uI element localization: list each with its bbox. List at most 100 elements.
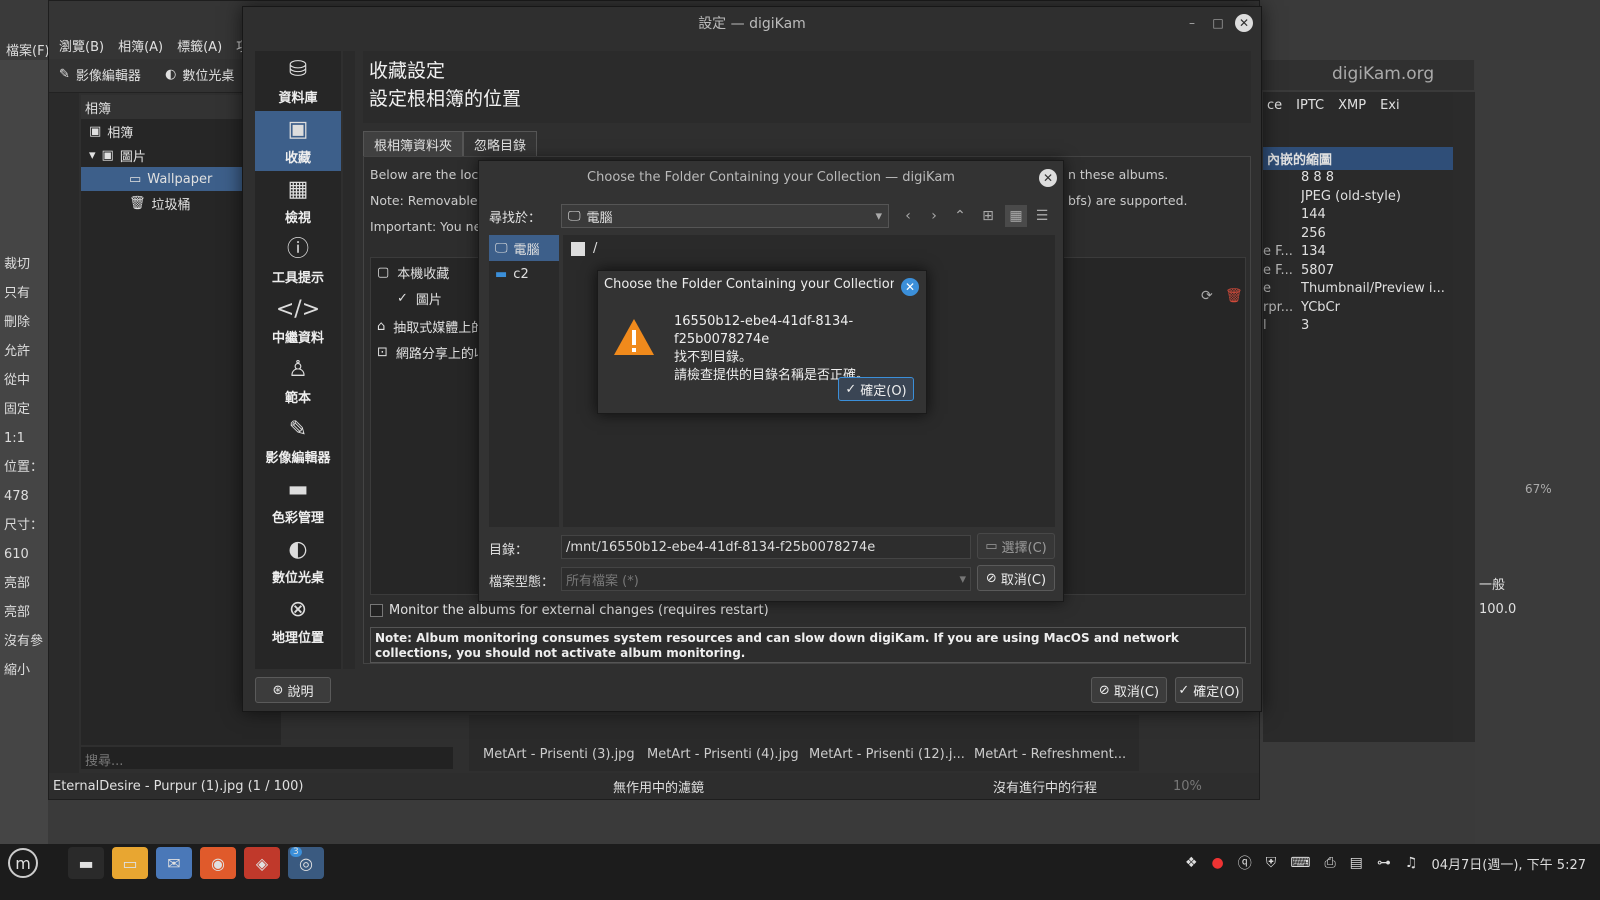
- gimp-opacity[interactable]: 100.0: [1479, 602, 1516, 617]
- terminal-icon[interactable]: ▬: [68, 847, 104, 879]
- tab-exif[interactable]: Exi: [1380, 98, 1400, 113]
- clipboard-icon[interactable]: ▤: [1350, 855, 1363, 871]
- tab-root-album-folders[interactable]: 根相簿資料夾: [363, 131, 464, 157]
- settings-nav-item[interactable]: ◐ 數位光桌: [255, 531, 341, 591]
- mail-icon[interactable]: ✉: [156, 847, 192, 879]
- place-c2[interactable]: ▬ c2: [489, 261, 559, 287]
- menu-tags[interactable]: 標籤(A): [177, 36, 222, 55]
- printer-icon[interactable]: ⎙: [1324, 855, 1335, 871]
- settings-nav-item[interactable]: ⊗ 地理位置: [255, 591, 341, 651]
- error-message: 16550b12-ebe4-41df-8134-f25b0078274e 找不到…: [674, 313, 926, 385]
- computer-icon: 🖵: [495, 240, 508, 256]
- forward-icon[interactable]: ›: [923, 205, 945, 227]
- up-icon[interactable]: ⌃: [949, 205, 971, 227]
- file-entry-root[interactable]: /: [571, 241, 597, 256]
- error-ok-button[interactable]: ✓ 確定(O): [838, 377, 914, 401]
- minimize-icon[interactable]: –: [1183, 14, 1201, 32]
- thumbnail-label[interactable]: MetArt - Prisenti (4).jpg: [647, 747, 799, 762]
- refresh-icon[interactable]: ⟳: [1201, 288, 1213, 304]
- thumbnail-label[interactable]: MetArt - Prisenti (3).jpg: [483, 747, 635, 762]
- settings-nav-item[interactable]: ⓘ 工具提示: [255, 231, 341, 291]
- tab-metadata[interactable]: ce: [1267, 98, 1282, 113]
- look-in-combo[interactable]: 🖵 電腦 ▾: [561, 204, 889, 228]
- firefox-icon[interactable]: ◉: [200, 847, 236, 879]
- new-folder-icon[interactable]: ⊞: [977, 205, 999, 227]
- metadata-key: [1263, 207, 1301, 226]
- close-icon[interactable]: ✕: [1235, 14, 1253, 32]
- back-icon[interactable]: ‹: [897, 205, 919, 227]
- chevron-down-icon: ▾: [959, 571, 966, 587]
- help-button[interactable]: ⊛ 說明: [255, 677, 331, 703]
- right-sidebar-tabs[interactable]: [1453, 92, 1475, 742]
- pencil-icon: ✎: [59, 67, 70, 82]
- light-table-button[interactable]: ◐ 數位光桌: [155, 59, 244, 90]
- collection-category-removable[interactable]: ⌂ 抽取式媒體上的: [377, 314, 484, 338]
- settings-nav-item[interactable]: ▦ 檢視: [255, 171, 341, 231]
- shield-icon[interactable]: ⛨: [1266, 855, 1277, 871]
- keyboard-icon[interactable]: ⌨: [1290, 855, 1310, 871]
- thumbnail-label[interactable]: MetArt - Refreshment...: [974, 747, 1126, 762]
- settings-nav-item[interactable]: ▬ 色彩管理: [255, 471, 341, 531]
- clock[interactable]: 04月7日(週一), 下午 5:27: [1431, 854, 1586, 873]
- chooser-cancel-button[interactable]: ⊘ 取消(C): [977, 565, 1055, 591]
- metadata-row: 256: [1263, 226, 1453, 245]
- album-search-input[interactable]: 搜尋...: [81, 747, 453, 769]
- monitor-albums-checkbox[interactable]: Monitor the albums for external changes …: [370, 603, 769, 618]
- place-computer[interactable]: 🖵 電腦: [489, 235, 559, 261]
- gimp-icon[interactable]: ◈: [244, 847, 280, 879]
- computer-icon: 🖵: [568, 208, 581, 224]
- maximize-icon[interactable]: □: [1209, 14, 1227, 32]
- metadata-panel: ce IPTC XMP Exi 內嵌的縮圖 8 8 8 JPEG (old-sty…: [1263, 92, 1453, 742]
- tab-iptc[interactable]: IPTC: [1296, 98, 1324, 113]
- digikam-taskbar-icon[interactable]: ◎ 3: [288, 847, 324, 879]
- close-icon[interactable]: ✕: [901, 278, 919, 296]
- qbittorrent-icon[interactable]: ⓠ: [1238, 853, 1252, 873]
- gimp-file-menu[interactable]: 檔案(F): [6, 40, 50, 59]
- settings-title: 設定 — digiKam: [698, 16, 806, 32]
- settings-nav-item[interactable]: ▣ 收藏: [255, 111, 341, 171]
- detail-view-icon[interactable]: ☰: [1031, 205, 1053, 227]
- metadata-value: 134: [1301, 244, 1326, 259]
- collection-item-pictures[interactable]: ✓ 圖片: [397, 286, 442, 310]
- settings-nav-item[interactable]: ⛁ 資料庫: [255, 51, 341, 111]
- delete-icon[interactable]: 🗑: [1225, 288, 1243, 304]
- ok-button[interactable]: ✓ 確定(O): [1175, 677, 1243, 703]
- chooser-title: Choose the Folder Containing your Collec…: [587, 169, 955, 185]
- menu-album[interactable]: 相簿(A): [118, 36, 163, 55]
- mint-menu-icon[interactable]: m: [8, 848, 38, 878]
- places-panel: 🖵 電腦 ▬ c2: [489, 235, 559, 527]
- zoom-level[interactable]: 10%: [1173, 779, 1202, 794]
- checkbox[interactable]: [370, 604, 383, 617]
- choose-button[interactable]: ▭ 選擇(C): [977, 533, 1055, 559]
- settings-nav-item[interactable]: </> 中繼資料: [255, 291, 341, 351]
- file-manager-icon[interactable]: ▭: [112, 847, 148, 879]
- tab-xmp[interactable]: XMP: [1338, 98, 1366, 113]
- close-icon[interactable]: ✕: [1039, 169, 1057, 187]
- left-sidebar-tabs[interactable]: [49, 93, 79, 773]
- metadata-value: 5807: [1301, 262, 1335, 278]
- volume-icon[interactable]: ♫: [1405, 855, 1418, 871]
- settings-nav-item[interactable]: ✎ 影像編輯器: [255, 411, 341, 471]
- gimp-option-label: 裁切: [4, 257, 31, 272]
- icon-view-icon[interactable]: ▦: [1005, 205, 1027, 227]
- tab-ignored-directories[interactable]: 忽略目錄: [463, 131, 538, 157]
- settings-nav-scrollbar[interactable]: [343, 51, 355, 669]
- file-type-combo[interactable]: 所有檔案 (*) ▾: [561, 567, 971, 591]
- mega-icon[interactable]: ●: [1212, 855, 1224, 871]
- settings-nav-label: 色彩管理: [271, 510, 324, 526]
- network-icon[interactable]: ⊶: [1377, 855, 1391, 871]
- metadata-key: e F...: [1263, 244, 1293, 259]
- light-table-icon: ◐: [288, 536, 308, 562]
- cancel-button[interactable]: ⊘ 取消(C): [1091, 677, 1167, 703]
- thumbnail-label[interactable]: MetArt - Prisenti (12).j...: [809, 747, 965, 762]
- chevron-down-icon: ▾: [89, 147, 96, 163]
- collection-category-local[interactable]: ▢ 本機收藏: [377, 260, 449, 284]
- menu-browse[interactable]: 瀏覽(B): [59, 36, 104, 55]
- image-editor-button[interactable]: ✎ 影像編輯器: [49, 59, 151, 90]
- metadata-value: YCbCr: [1301, 299, 1340, 315]
- dropbox-icon[interactable]: ❖: [1185, 855, 1198, 871]
- gimp-layer-mode[interactable]: 一般: [1479, 574, 1505, 593]
- directory-input[interactable]: /mnt/16550b12-ebe4-41df-8134-f25b0078274…: [561, 535, 971, 559]
- collection-category-network[interactable]: ⊡ 網路分享上的收: [377, 340, 487, 364]
- settings-nav-item[interactable]: ♙ 範本: [255, 351, 341, 411]
